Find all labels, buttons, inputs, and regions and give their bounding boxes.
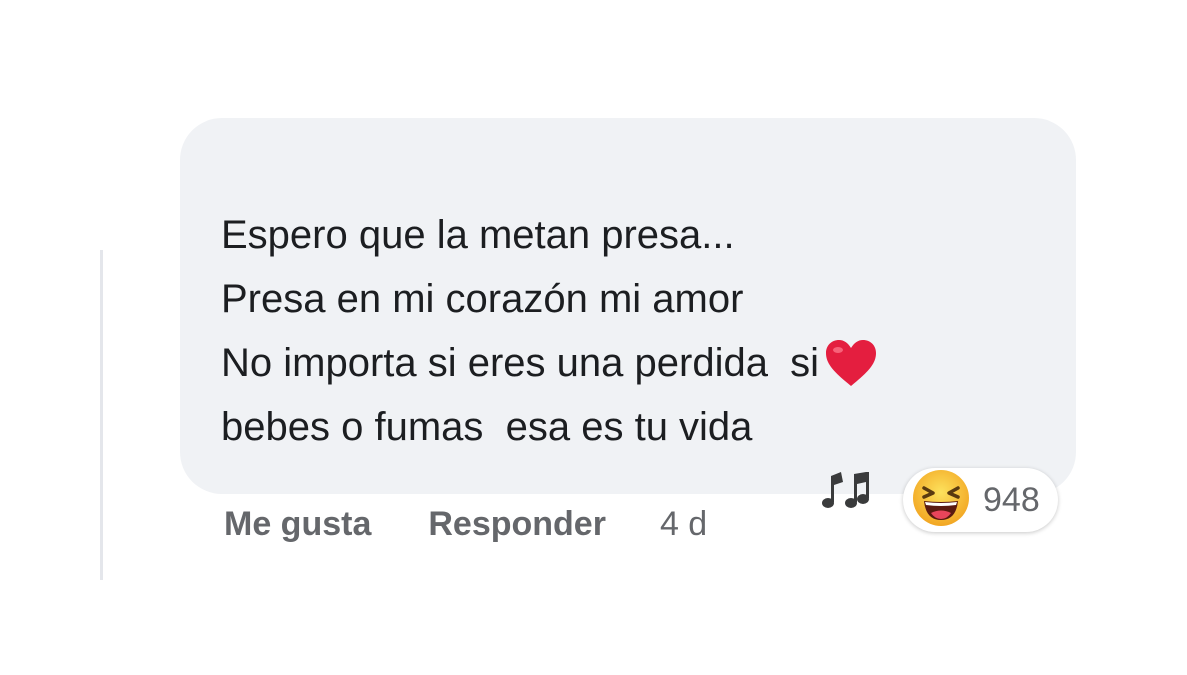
comment-text-3: No importa si eres una perdida si (221, 341, 820, 385)
comment-text-1: Espero que la metan presa... (221, 213, 735, 257)
comment-text-2: Presa en mi corazón mi amor (221, 277, 744, 321)
like-button[interactable]: Me gusta (224, 505, 371, 544)
reaction-summary[interactable]: 948 (903, 468, 1058, 532)
comment-actions: Me gusta Responder 4 d (224, 505, 707, 544)
comment-timestamp[interactable]: 4 d (660, 505, 707, 544)
comment-line-3: No importa si eres una perdida si (221, 331, 1036, 395)
reply-button[interactable]: Responder (428, 505, 606, 544)
comment-line-4: bebes o fumas esa es tu vida (221, 395, 1036, 508)
reaction-count: 948 (983, 480, 1040, 519)
thread-connector-line (100, 250, 103, 580)
comment-bubble: Espero que la metan presa... Presa en mi… (180, 118, 1076, 508)
comment-text-4: bebes o fumas esa es tu vida (221, 405, 753, 449)
heart-emoji-icon (757, 274, 877, 386)
comment-line-1: Espero que la metan presa... (221, 203, 1036, 267)
comment-line-2: Presa en mi corazón mi amor (221, 267, 1036, 386)
laughing-emoji-icon (911, 468, 971, 533)
